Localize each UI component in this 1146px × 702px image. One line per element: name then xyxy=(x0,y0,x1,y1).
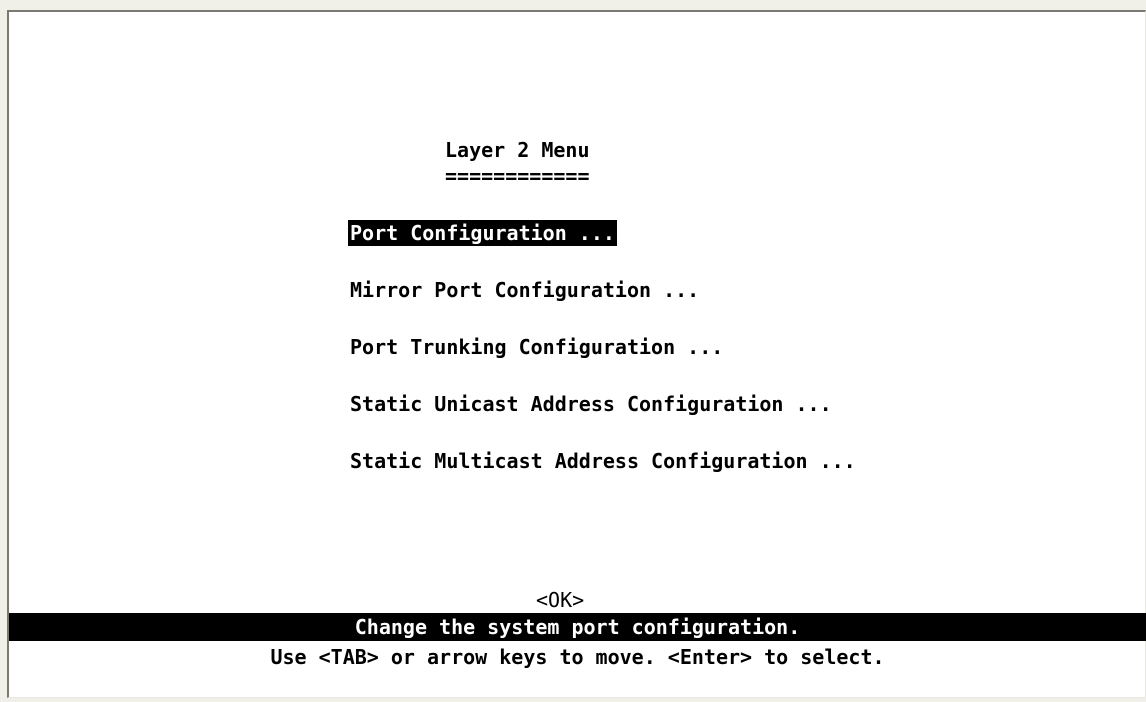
menu-item-port-configuration[interactable]: Port Configuration ... xyxy=(348,220,617,246)
help-line: Use <TAB> or arrow keys to move. <Enter>… xyxy=(270,645,885,669)
ok-button[interactable]: <OK> xyxy=(536,587,584,613)
menu-title: Layer 2 Menu xyxy=(445,138,590,162)
menu-item-static-unicast-address-configuration[interactable]: Static Unicast Address Configuration ... xyxy=(348,391,834,417)
menu-item-mirror-port-configuration[interactable]: Mirror Port Configuration ... xyxy=(348,277,701,303)
menu-title-underline: ============ xyxy=(445,164,590,188)
menu-item-port-trunking-configuration[interactable]: Port Trunking Configuration ... xyxy=(348,334,725,360)
menu-item-static-multicast-address-configuration[interactable]: Static Multicast Address Configuration .… xyxy=(348,448,858,474)
status-message-bar: Change the system port configuration. xyxy=(9,613,1146,641)
